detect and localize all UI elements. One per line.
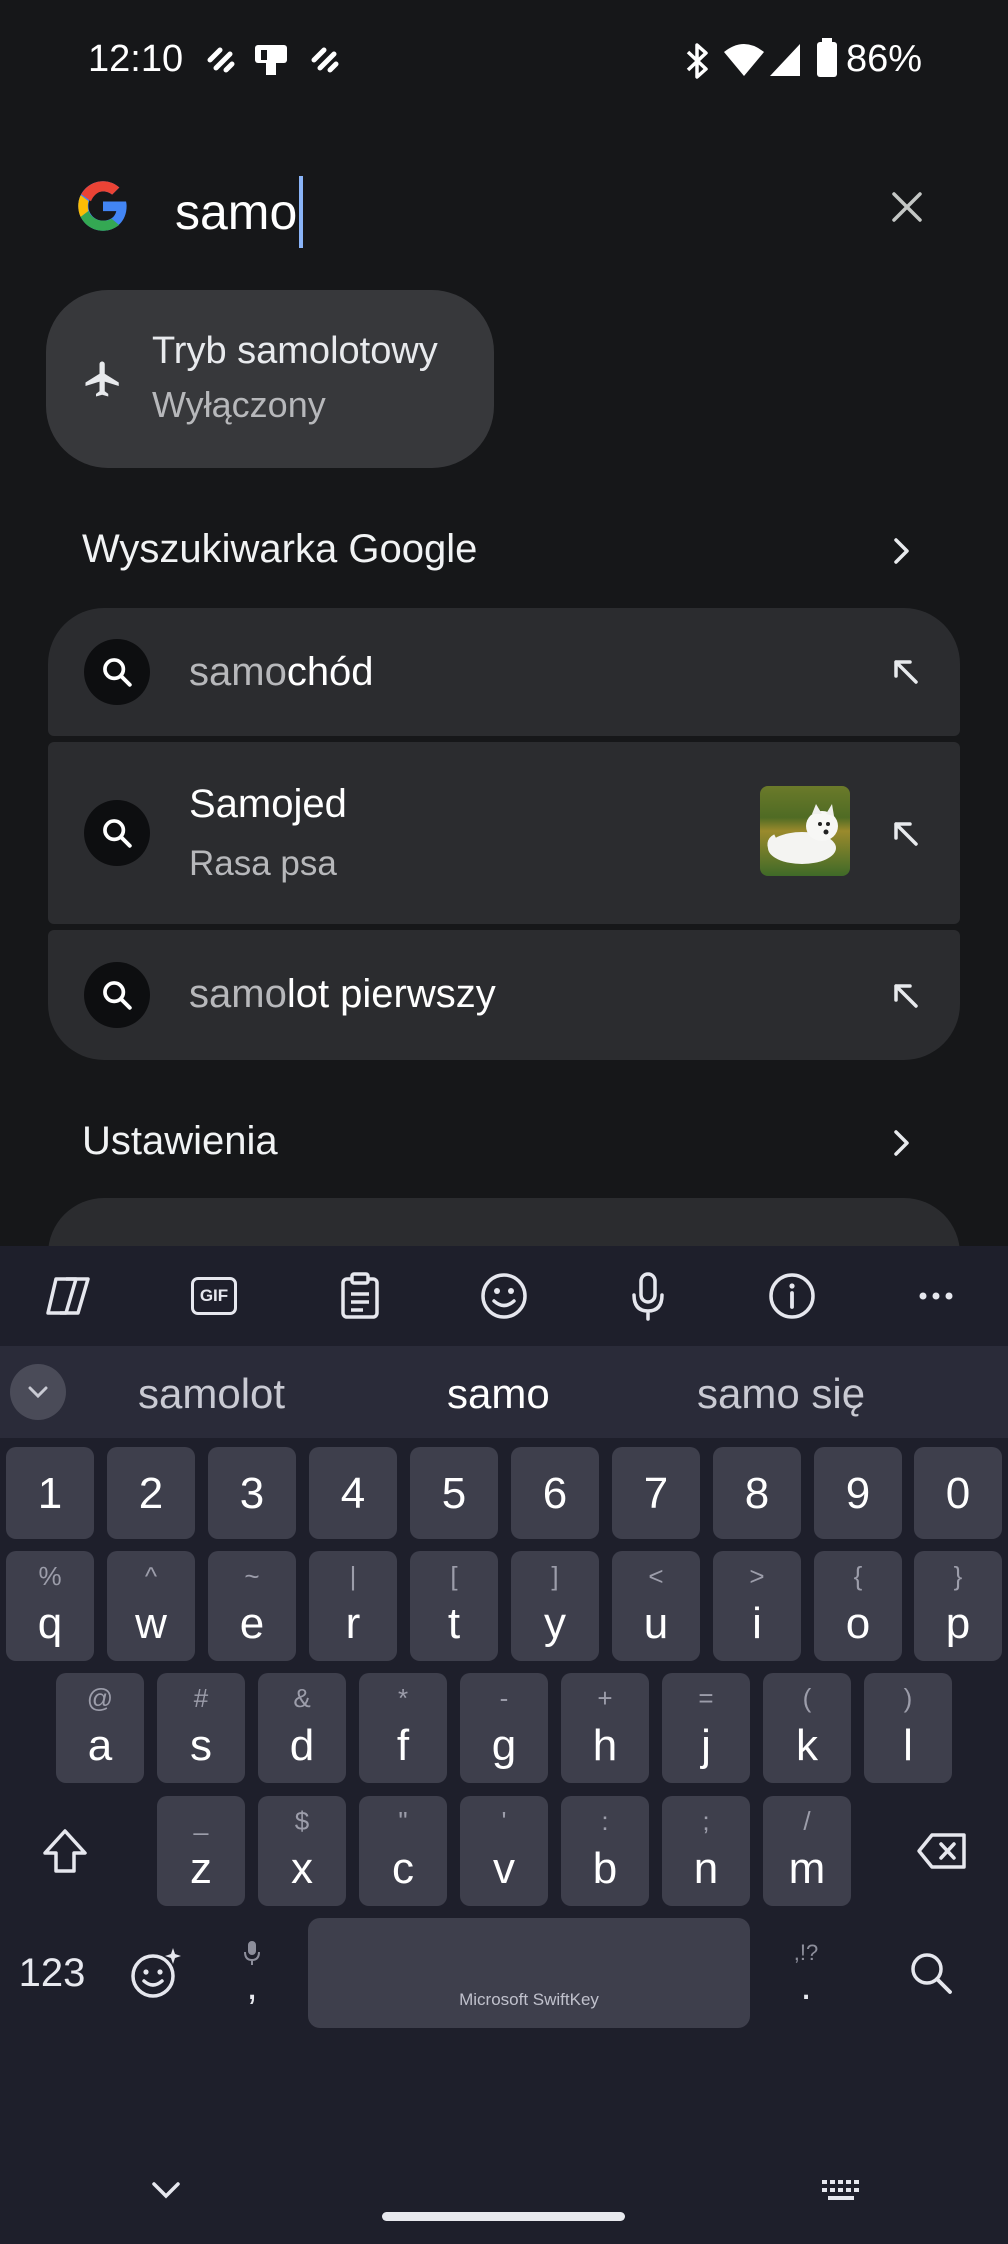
- prediction-center[interactable]: samo: [447, 1370, 550, 1418]
- fill-arrow-icon[interactable]: [886, 652, 926, 692]
- key-k[interactable]: (k: [763, 1673, 851, 1783]
- close-icon[interactable]: [890, 190, 924, 224]
- airplane-icon: [85, 361, 119, 397]
- numbers-key[interactable]: 123: [4, 1918, 100, 2028]
- search-icon: [911, 1953, 952, 1994]
- key-6[interactable]: 6: [511, 1447, 599, 1539]
- fill-arrow-icon[interactable]: [886, 814, 926, 854]
- key-9[interactable]: 9: [814, 1447, 902, 1539]
- key-q[interactable]: % q: [6, 1551, 94, 1661]
- small-mic-icon: [244, 1941, 260, 1965]
- chevron-down-icon[interactable]: [10, 1364, 66, 1420]
- copilot-icon[interactable]: [40, 1266, 100, 1326]
- key-0[interactable]: 0: [914, 1447, 1002, 1539]
- key-a[interactable]: @ a: [56, 1673, 144, 1783]
- search-icon: [84, 639, 150, 705]
- key-4[interactable]: 4: [309, 1447, 397, 1539]
- key-t[interactable]: [t: [410, 1551, 498, 1661]
- key-x[interactable]: $ x: [258, 1796, 346, 1906]
- key-f[interactable]: * f: [359, 1673, 447, 1783]
- chevron-right-icon[interactable]: [890, 536, 914, 566]
- suggestion-subtitle: Rasa psa: [189, 844, 337, 883]
- key-m[interactable]: / m: [763, 1796, 851, 1906]
- text-cursor: [299, 176, 304, 248]
- suggestion-item[interactable]: Samojed Rasa psa: [48, 742, 960, 924]
- key-w[interactable]: ^ w: [107, 1551, 195, 1661]
- shift-key[interactable]: [20, 1796, 110, 1906]
- status-time: 12:10: [88, 38, 184, 80]
- suggestion-title: Samojed: [189, 782, 347, 826]
- prediction-left[interactable]: samolot: [138, 1370, 285, 1418]
- shift-icon: [43, 1829, 87, 1873]
- home-gesture-bar[interactable]: [382, 2212, 625, 2221]
- chevron-right-icon[interactable]: [890, 1128, 914, 1158]
- mic-icon[interactable]: [618, 1266, 678, 1326]
- key-v[interactable]: ' v: [460, 1796, 548, 1906]
- key-y[interactable]: ] y: [511, 1551, 599, 1661]
- suggestion-item[interactable]: samochód: [48, 608, 960, 736]
- suggestion-text: samolot pierwszy: [189, 972, 496, 1016]
- signal-icon: [770, 44, 800, 76]
- suggestion-item[interactable]: samolot pierwszy: [48, 930, 960, 1060]
- key-u[interactable]: < u: [612, 1551, 700, 1661]
- notification-icon: [255, 45, 287, 75]
- key-g[interactable]: -g: [460, 1673, 548, 1783]
- emoji-sparkle-icon: [131, 1948, 181, 1998]
- hide-keyboard-icon[interactable]: [150, 2180, 182, 2200]
- key-7[interactable]: 7: [612, 1447, 700, 1539]
- key-l[interactable]: ) l: [864, 1673, 952, 1783]
- key-3[interactable]: 3: [208, 1447, 296, 1539]
- google-logo: [78, 181, 127, 231]
- status-bar: 12:10 86%: [0, 0, 1008, 120]
- key-d[interactable]: & d: [258, 1673, 346, 1783]
- key-c[interactable]: " c: [359, 1796, 447, 1906]
- wifi-icon: [724, 44, 764, 76]
- bluetooth-icon: [686, 43, 708, 79]
- key-e[interactable]: ~ e: [208, 1551, 296, 1661]
- samoyed-dog-image: [760, 786, 850, 876]
- search-query-text: samo: [175, 184, 298, 240]
- fill-arrow-icon[interactable]: [886, 976, 926, 1016]
- key-j[interactable]: = j: [662, 1673, 750, 1783]
- notification-icon: [207, 47, 235, 73]
- key-i[interactable]: > i: [713, 1551, 801, 1661]
- key-s[interactable]: # s: [157, 1673, 245, 1783]
- search-input[interactable]: samo: [175, 176, 304, 248]
- key-h[interactable]: + h: [561, 1673, 649, 1783]
- key-b[interactable]: :b: [561, 1796, 649, 1906]
- emoji-icon[interactable]: [474, 1266, 534, 1326]
- more-icon[interactable]: [906, 1266, 966, 1326]
- emoji-key[interactable]: [114, 1918, 198, 2028]
- period-key[interactable]: ,!? .: [770, 1918, 842, 2028]
- battery-percent: 86%: [846, 38, 923, 80]
- keyboard-switch-icon[interactable]: [822, 2180, 860, 2202]
- key-1[interactable]: 1: [6, 1447, 94, 1539]
- key-n[interactable]: ; n: [662, 1796, 750, 1906]
- notification-icon: [311, 47, 339, 73]
- settings-section-title[interactable]: Ustawienia: [82, 1119, 278, 1164]
- key-r[interactable]: | r: [309, 1551, 397, 1661]
- search-action-key[interactable]: [886, 1918, 976, 2028]
- key-8[interactable]: 8: [713, 1447, 801, 1539]
- suggestion-text: samochód: [189, 650, 374, 694]
- airplane-mode-title: Tryb samolotowy: [152, 330, 438, 372]
- comma-key[interactable]: ,: [216, 1918, 288, 2028]
- search-icon: [84, 800, 150, 866]
- prediction-right[interactable]: samo się: [697, 1370, 865, 1418]
- google-search-section-title[interactable]: Wyszukiwarka Google: [82, 527, 477, 572]
- space-key[interactable]: Microsoft SwiftKey: [308, 1918, 750, 2028]
- search-icon: [84, 962, 150, 1028]
- backspace-key[interactable]: [894, 1796, 990, 1906]
- key-p[interactable]: } p: [914, 1551, 1002, 1661]
- key-5[interactable]: 5: [410, 1447, 498, 1539]
- clipboard-icon[interactable]: [330, 1266, 390, 1326]
- battery-icon: [817, 38, 837, 77]
- info-icon[interactable]: [762, 1266, 822, 1326]
- key-z[interactable]: _ z: [157, 1796, 245, 1906]
- airplane-mode-status: Wyłączony: [152, 384, 326, 425]
- backspace-icon: [917, 1833, 966, 1869]
- key-2[interactable]: 2: [107, 1447, 195, 1539]
- gif-icon[interactable]: GIF: [184, 1266, 244, 1326]
- key-o[interactable]: {o: [814, 1551, 902, 1661]
